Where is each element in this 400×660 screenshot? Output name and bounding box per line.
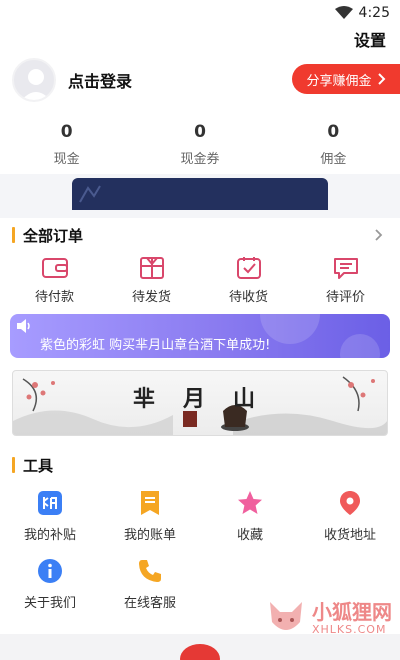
order-pending-review[interactable]: 待评价 xyxy=(297,252,394,308)
order-pending-shipment[interactable]: 待发货 xyxy=(103,252,200,308)
watermark: 小狐狸网 XHLKS.COM xyxy=(264,596,392,640)
order-label: 待收货 xyxy=(228,289,268,305)
tool-label: 我的补贴 xyxy=(23,527,76,543)
share-earn-label: 分享赚佣金 xyxy=(306,73,372,89)
stat-cash[interactable]: 0 现金 xyxy=(0,114,133,174)
watermark-cn: 小狐狸网 xyxy=(312,599,392,624)
tool-my-subsidy[interactable]: 我的补贴 xyxy=(0,482,100,550)
phone-icon xyxy=(139,559,161,582)
product-banner[interactable]: 芈月山 xyxy=(12,370,388,436)
decoration-bubble xyxy=(340,334,380,358)
tool-favorites[interactable]: 收藏 xyxy=(200,482,300,550)
bill-icon xyxy=(141,490,159,515)
promo-strip xyxy=(0,174,400,210)
status-bar: 4:25 xyxy=(0,0,400,26)
order-pending-payment[interactable]: 待付款 xyxy=(6,252,103,308)
tool-label: 我的账单 xyxy=(123,527,176,543)
stat-cash-voucher[interactable]: 0 现金券 xyxy=(133,114,266,174)
order-pending-receipt[interactable]: 待收货 xyxy=(200,252,297,308)
settings-button[interactable]: 设置 xyxy=(354,27,386,51)
share-earn-button[interactable]: 分享赚佣金 xyxy=(292,64,400,94)
section-marker xyxy=(12,227,15,243)
tool-label: 收货地址 xyxy=(323,527,376,543)
purchase-notice[interactable]: 紫色的彩虹 购买芈月山章台酒下单成功! xyxy=(10,314,390,358)
watermark-en: XHLKS.COM xyxy=(312,622,387,636)
stat-value: 0 xyxy=(194,121,206,142)
info-icon xyxy=(38,558,62,583)
order-status-grid: 待付款 待发货 待收货 待评价 xyxy=(0,252,400,308)
section-marker xyxy=(12,457,15,473)
checked-box-icon xyxy=(236,256,261,279)
wifi-icon xyxy=(334,6,353,19)
subsidy-icon xyxy=(38,490,62,515)
tools-title: 工具 xyxy=(23,456,54,475)
decoration-icon xyxy=(79,185,101,203)
stat-value: 0 xyxy=(327,121,340,142)
stat-value: 0 xyxy=(60,121,73,142)
avatar[interactable] xyxy=(12,58,56,102)
watermark-text: 小狐狸网 XHLKS.COM xyxy=(312,602,392,635)
tool-online-service[interactable]: 在线客服 xyxy=(100,550,200,618)
notice-text: 紫色的彩虹 购买芈月山章台酒下单成功! xyxy=(40,337,271,353)
floating-action-button[interactable] xyxy=(180,644,220,660)
stat-label: 现金 xyxy=(53,151,80,167)
user-silhouette-icon xyxy=(21,69,51,100)
chevron-right-icon[interactable] xyxy=(374,228,384,242)
tool-address[interactable]: 收货地址 xyxy=(300,482,400,550)
gift-box-icon xyxy=(139,256,164,279)
divider xyxy=(0,210,400,218)
stat-label: 现金券 xyxy=(180,151,220,167)
fox-logo-icon xyxy=(270,602,302,630)
banner-title: 芈月山 xyxy=(133,386,284,412)
tool-label: 收藏 xyxy=(236,527,263,543)
top-actions: 设置 xyxy=(0,26,400,52)
balance-stats: 0 现金 0 现金券 0 佣金 xyxy=(0,114,400,174)
comment-icon xyxy=(333,257,358,279)
star-icon xyxy=(238,490,262,514)
wallet-icon xyxy=(41,257,68,278)
order-label: 待发货 xyxy=(131,289,171,305)
order-label: 待付款 xyxy=(34,289,74,305)
promo-banner[interactable] xyxy=(72,178,328,210)
tool-my-bill[interactable]: 我的账单 xyxy=(100,482,200,550)
orders-title: 全部订单 xyxy=(23,226,84,245)
tool-about-us[interactable]: 关于我们 xyxy=(0,550,100,618)
stat-commission[interactable]: 0 佣金 xyxy=(267,114,400,174)
stat-label: 佣金 xyxy=(320,151,347,167)
login-link[interactable]: 点击登录 xyxy=(68,68,132,92)
location-pin-icon xyxy=(340,490,360,515)
tool-label: 关于我们 xyxy=(23,595,76,611)
speaker-icon xyxy=(17,319,30,333)
tools-header: 工具 xyxy=(0,448,400,482)
order-label: 待评价 xyxy=(325,289,365,305)
profile-section: 点击登录 分享赚佣金 xyxy=(0,52,400,108)
orders-header[interactable]: 全部订单 xyxy=(0,218,400,252)
status-time: 4:25 xyxy=(358,5,390,21)
tool-label: 在线客服 xyxy=(123,595,176,611)
chevron-right-icon xyxy=(377,73,385,85)
